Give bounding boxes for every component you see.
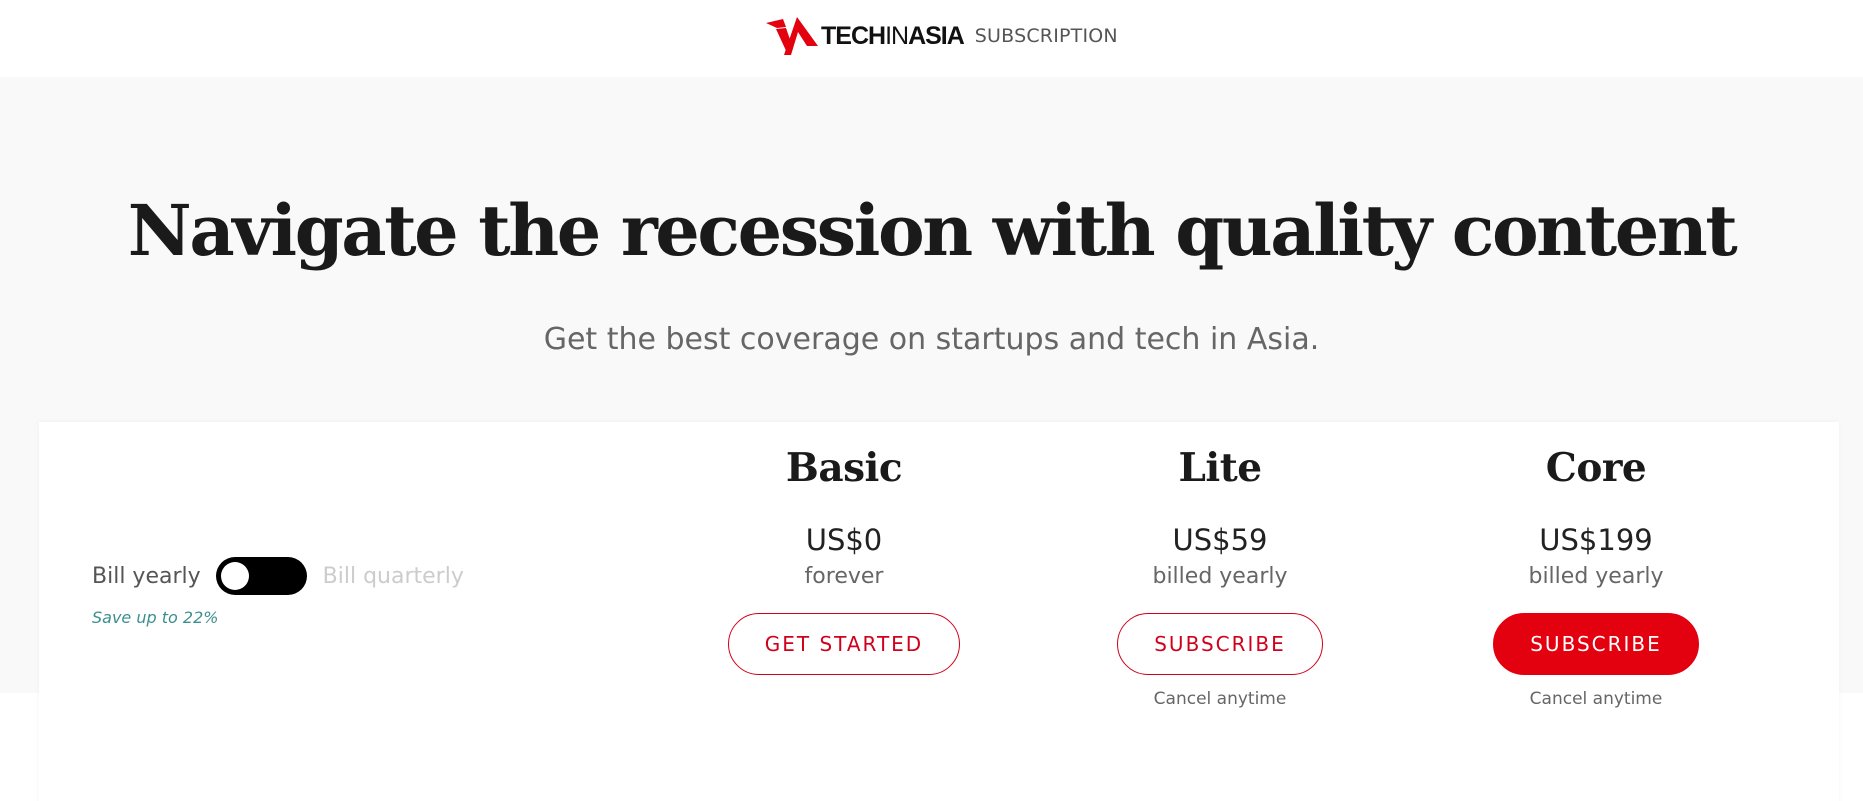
section-label: SUBSCRIPTION [974, 25, 1118, 47]
page-title: Navigate the recession with quality cont… [127, 189, 1738, 272]
page-subtitle: Get the best coverage on startups and te… [543, 322, 1320, 357]
plan-lite: Lite US$59 billed yearly SUBSCRIBE Cance… [1070, 440, 1370, 709]
plan-price: US$59 [1172, 523, 1268, 557]
cancel-anytime-note: Cancel anytime [1153, 689, 1287, 709]
plan-basic: Basic US$0 forever GET STARTED [694, 440, 994, 675]
brand-link[interactable]: TECHINASIA SUBSCRIPTION [766, 12, 1118, 60]
brand-in: IN [885, 21, 909, 50]
plan-name: Core [1545, 445, 1647, 491]
plan-core: Core US$199 billed yearly SUBSCRIBE Canc… [1446, 440, 1746, 709]
cancel-anytime-note: Cancel anytime [1529, 689, 1663, 709]
subscribe-core-button[interactable]: SUBSCRIBE [1493, 613, 1699, 675]
plan-name: Basic [785, 445, 903, 491]
billing-toggle-group: Bill yearly Bill quarterly [92, 556, 464, 596]
brand-asia: ASIA [908, 21, 965, 50]
toggle-knob [220, 562, 249, 590]
bill-yearly-label[interactable]: Bill yearly [92, 564, 201, 589]
get-started-button[interactable]: GET STARTED [727, 613, 961, 675]
plan-period: billed yearly [1528, 564, 1664, 589]
save-note: Save up to 22% [92, 608, 219, 627]
subscribe-lite-button[interactable]: SUBSCRIBE [1117, 613, 1323, 675]
billing-period-toggle[interactable] [215, 557, 307, 595]
techinasia-logo-icon [766, 17, 818, 55]
plan-name: Lite [1178, 445, 1262, 491]
plan-price: US$0 [805, 523, 883, 557]
plan-price: US$199 [1539, 523, 1653, 557]
bill-quarterly-label[interactable]: Bill quarterly [323, 564, 464, 589]
top-header: TECHINASIA SUBSCRIPTION [0, 0, 1863, 77]
brand-wordmark: TECHINASIA [821, 21, 965, 50]
brand-tech: TECH [821, 21, 886, 50]
plan-period: forever [804, 564, 884, 589]
plan-period: billed yearly [1152, 564, 1288, 589]
